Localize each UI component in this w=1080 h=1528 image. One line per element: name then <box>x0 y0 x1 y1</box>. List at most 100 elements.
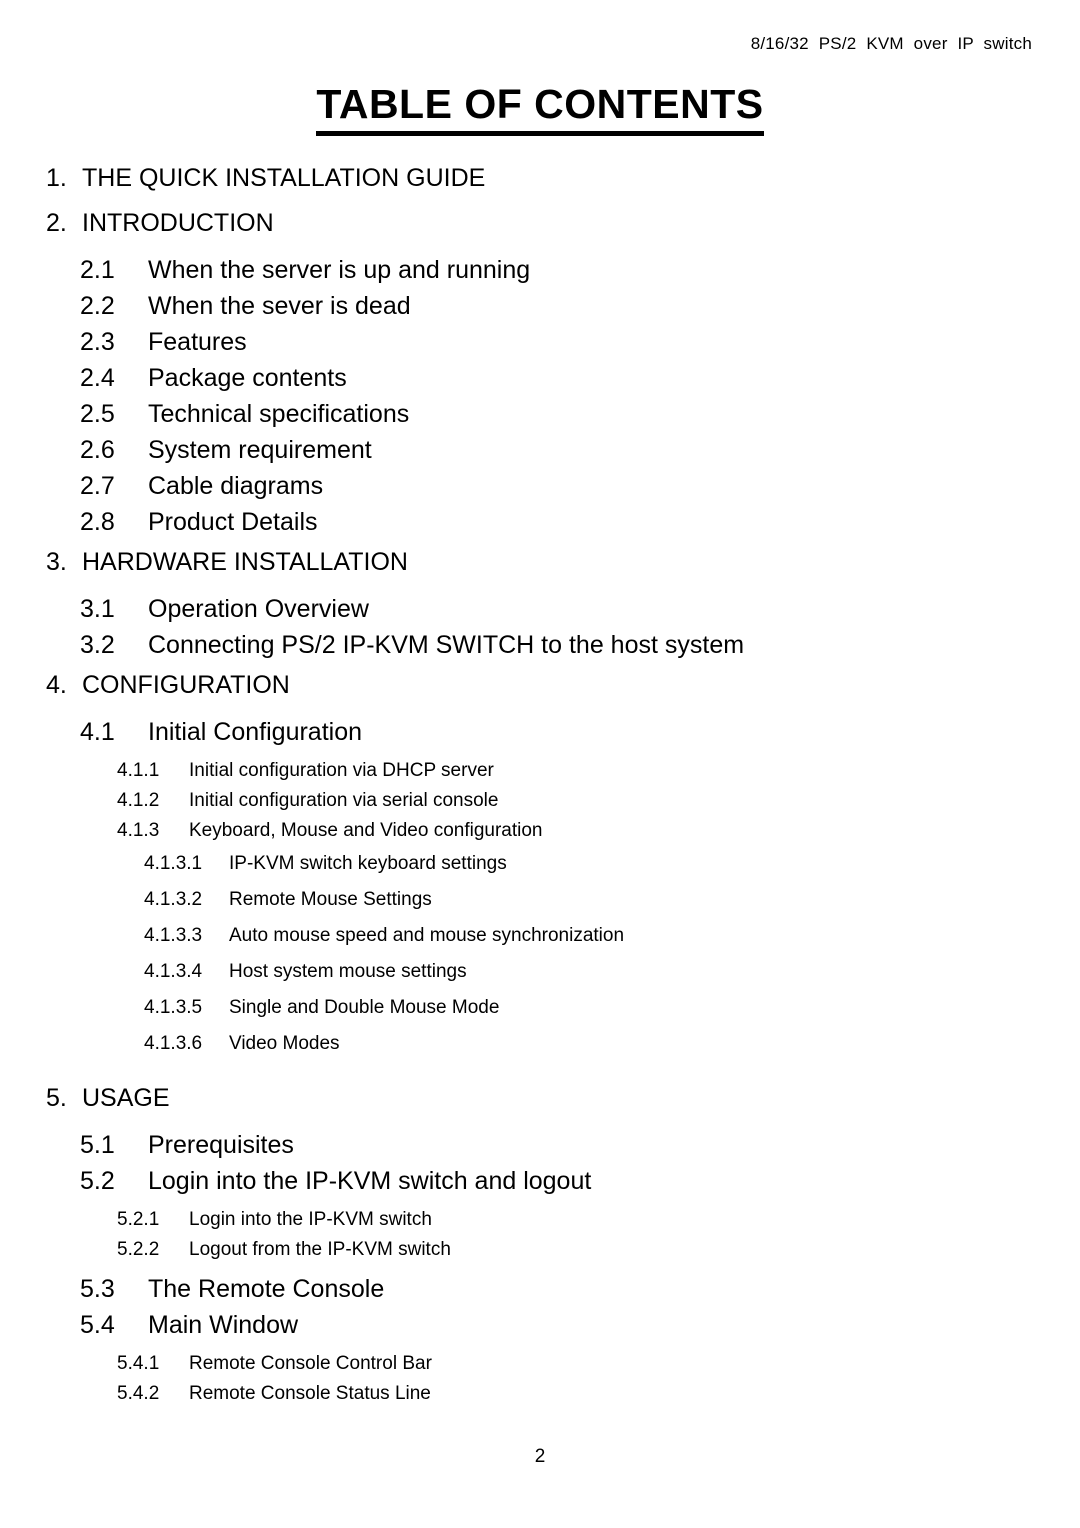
toc-entry-number: 3.2 <box>80 631 115 659</box>
toc-entry-label: Initial configuration via serial console <box>189 790 499 811</box>
toc-entry-label: Initial Configuration <box>148 718 363 746</box>
toc-entry[interactable]: 4.1.2 Initial configuration via serial co… <box>0 786 1080 816</box>
toc-entry[interactable]: 4.1.3.2 Remote Mouse Settings <box>0 882 1080 918</box>
toc-entry[interactable]: 1. THE QUICK INSTALLATION GUIDE <box>0 156 1080 201</box>
toc-entry[interactable]: 2.5 Technical specifications <box>0 396 1080 432</box>
toc-entry[interactable]: 2.2 When the sever is dead <box>0 288 1080 324</box>
toc-entry[interactable]: 2.8 Product Details <box>0 504 1080 540</box>
toc-entry-number: 3. <box>46 548 67 576</box>
toc-entry[interactable]: 3.2 Connecting PS/2 IP-KVM SWITCH to the … <box>0 627 1080 663</box>
toc-entry-label: Technical specifications <box>148 400 410 428</box>
toc-entry-label: The Remote Console <box>148 1275 385 1303</box>
toc-entry-label: Login into the IP-KVM switch <box>189 1209 432 1230</box>
page-number: 2 <box>534 1446 546 1467</box>
toc-entry[interactable]: 5.1 Prerequisites <box>0 1127 1080 1163</box>
toc-entry-number: 2. <box>46 209 67 237</box>
toc-entry-label: Video Modes <box>229 1033 340 1054</box>
toc-entry[interactable]: 4.1.3.6 Video Modes <box>0 1026 1080 1062</box>
toc-entry-number: 5.1 <box>80 1131 115 1159</box>
toc-entry-number: 5.4.1 <box>117 1353 160 1374</box>
toc-entry[interactable]: 2.3 Features <box>0 324 1080 360</box>
toc-entry-number: 4.1.3 <box>117 820 160 841</box>
toc-entry-label: System requirement <box>148 436 372 464</box>
toc-entry-number: 4.1.3.6 <box>144 1033 203 1054</box>
toc-entry-number: 5.2.2 <box>117 1239 160 1260</box>
toc-entry-number: 4.1 <box>80 718 115 746</box>
toc-entry[interactable]: 2.1 When the server is up and running <box>0 252 1080 288</box>
toc-entry-label: HARDWARE INSTALLATION <box>82 548 408 576</box>
toc-entry[interactable]: 5.2 Login into the IP-KVM switch and logo… <box>0 1163 1080 1199</box>
toc-entry[interactable]: 2.6 System requirement <box>0 432 1080 468</box>
toc-entry-label: USAGE <box>82 1084 170 1112</box>
page-title-container: TABLE OF CONTENTS <box>0 84 1080 136</box>
toc-entry[interactable]: 5.3 The Remote Console <box>0 1271 1080 1307</box>
toc-entry[interactable]: 4.1.3 Keyboard, Mouse and Video configura… <box>0 816 1080 846</box>
toc-entry[interactable]: 5. USAGE <box>0 1076 1080 1121</box>
toc-entry-label: CONFIGURATION <box>82 671 290 699</box>
toc-entry[interactable]: 4.1.3.3 Auto mouse speed and mouse synchr… <box>0 918 1080 954</box>
toc-entry-number: 4.1.3.2 <box>144 889 203 910</box>
toc-entry-number: 5.4 <box>80 1311 115 1339</box>
toc-entry[interactable]: 4.1.3.5 Single and Double Mouse Mode <box>0 990 1080 1026</box>
toc-entry-label: Single and Double Mouse Mode <box>229 997 500 1018</box>
toc-entry-label: Main Window <box>148 1311 299 1339</box>
toc-entry-label: Prerequisites <box>148 1131 294 1159</box>
toc-entry-label: INTRODUCTION <box>82 209 274 237</box>
toc-entry[interactable]: 5.2.2 Logout from the IP-KVM switch <box>0 1235 1080 1265</box>
toc-entry-label: IP-KVM switch keyboard settings <box>229 853 507 874</box>
toc-entry[interactable]: 3.1 Operation Overview <box>0 591 1080 627</box>
toc-entry[interactable]: 4.1.1 Initial configuration via DHCP serv… <box>0 756 1080 786</box>
toc-entry-number: 2.7 <box>80 472 115 500</box>
toc-entry[interactable]: 3. HARDWARE INSTALLATION <box>0 540 1080 585</box>
toc-entry-label: Keyboard, Mouse and Video configuration <box>189 820 543 841</box>
toc-entry-label: Auto mouse speed and mouse synchronizati… <box>229 925 625 946</box>
toc-entry[interactable]: 2. INTRODUCTION <box>0 201 1080 246</box>
toc-entry-label: Host system mouse settings <box>229 961 467 982</box>
toc-entry-label: Remote Console Control Bar <box>189 1353 432 1374</box>
toc-entry-label: When the server is up and running <box>148 256 531 284</box>
running-header: 8/16/32 PS/2 KVM over IP switch <box>750 34 1032 53</box>
toc-entry-number: 4.1.3.3 <box>144 925 203 946</box>
toc-entry-label: Product Details <box>148 508 318 536</box>
toc-entry-number: 2.2 <box>80 292 115 320</box>
toc-entry-number: 4.1.3.4 <box>144 961 203 982</box>
toc-entry-label: When the sever is dead <box>148 292 411 320</box>
toc-entry[interactable]: 5.4.1 Remote Console Control Bar <box>0 1349 1080 1379</box>
toc-entry[interactable]: 4.1.3.4 Host system mouse settings <box>0 954 1080 990</box>
toc-entry[interactable]: 2.7 Cable diagrams <box>0 468 1080 504</box>
toc-entry-number: 4.1.3.5 <box>144 997 203 1018</box>
toc-entry-label: Remote Console Status Line <box>189 1383 431 1404</box>
toc-entry-label: Remote Mouse Settings <box>229 889 432 910</box>
toc-entry[interactable]: 4.1.3.1 IP-KVM switch keyboard settings <box>0 846 1080 882</box>
toc-entry-number: 2.1 <box>80 256 115 284</box>
toc-entry-number: 2.5 <box>80 400 115 428</box>
toc-entry-label: Initial configuration via DHCP server <box>189 760 494 781</box>
toc-entry-label: Package contents <box>148 364 347 392</box>
table-of-contents: 1. THE QUICK INSTALLATION GUIDE 2. INTRODUC… <box>0 156 1080 1409</box>
toc-entry-number: 5.2 <box>80 1167 115 1195</box>
toc-entry-number: 2.4 <box>80 364 115 392</box>
page-title: TABLE OF CONTENTS <box>316 84 764 136</box>
toc-entry-number: 3.1 <box>80 595 115 623</box>
toc-entry[interactable]: 5.4.2 Remote Console Status Line <box>0 1379 1080 1409</box>
toc-entry-number: 4.1.1 <box>117 760 160 781</box>
toc-entry[interactable]: 5.2.1 Login into the IP-KVM switch <box>0 1205 1080 1235</box>
toc-entry-label: THE QUICK INSTALLATION GUIDE <box>82 164 486 192</box>
toc-entry[interactable]: 4. CONFIGURATION <box>0 663 1080 708</box>
toc-entry-label: Connecting PS/2 IP-KVM SWITCH to the hos… <box>148 631 745 659</box>
toc-entry[interactable]: 2.4 Package contents <box>0 360 1080 396</box>
toc-entry-number: 4.1.2 <box>117 790 160 811</box>
toc-entry[interactable]: 5.4 Main Window <box>0 1307 1080 1343</box>
toc-entry-number: 5.4.2 <box>117 1383 160 1404</box>
toc-entry-label: Features <box>148 328 247 356</box>
toc-entry-number: 2.8 <box>80 508 115 536</box>
toc-entry-number: 5.3 <box>80 1275 115 1303</box>
toc-entry-number: 2.6 <box>80 436 115 464</box>
toc-entry-number: 5.2.1 <box>117 1209 160 1230</box>
toc-entry-label: Login into the IP-KVM switch and logout <box>148 1167 592 1195</box>
document-page: 8/16/32 PS/2 KVM over IP switch TABLE OF… <box>0 0 1080 1528</box>
toc-entry-number: 5. <box>46 1084 67 1112</box>
toc-entry[interactable]: 4.1 Initial Configuration <box>0 714 1080 750</box>
toc-entry-number: 4.1.3.1 <box>144 853 203 874</box>
toc-entry-number: 1. <box>46 164 67 192</box>
